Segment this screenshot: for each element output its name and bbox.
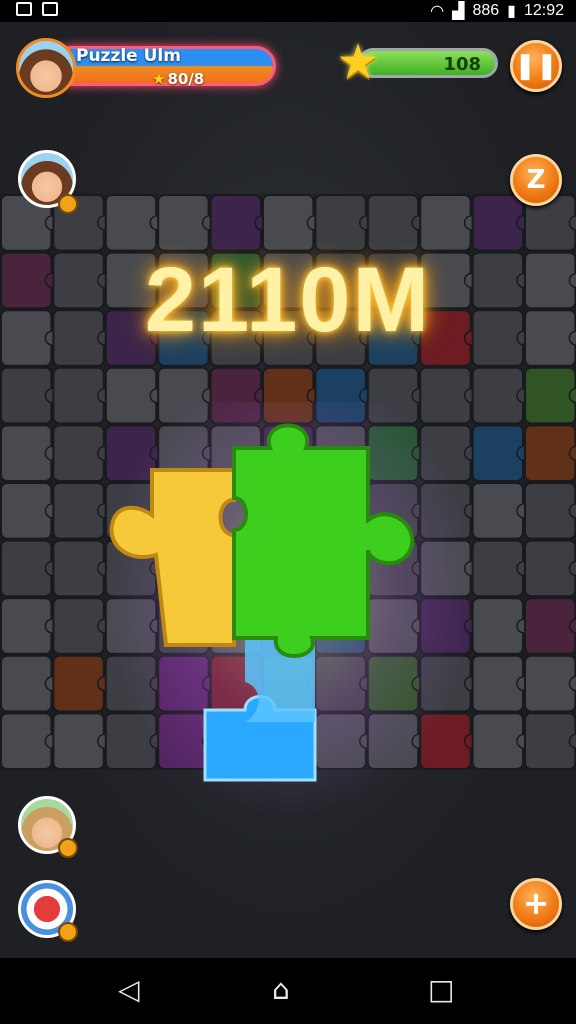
status-bar: ◠ ▟ 886 ▮ 12:92 bbox=[0, 0, 576, 22]
hero-puzzle-pieces bbox=[109, 423, 415, 782]
friend-badge-icon bbox=[58, 194, 78, 214]
android-nav-bar: ◁ ⌂ □ bbox=[0, 958, 576, 1024]
player-stars-value: 80/8 bbox=[167, 70, 205, 88]
status-time: 12:92 bbox=[523, 2, 564, 19]
energy-value: 108 bbox=[443, 54, 481, 75]
add-button[interactable]: + bbox=[510, 878, 562, 930]
player-avatar[interactable] bbox=[16, 38, 76, 98]
z-hint-icon: Z bbox=[526, 165, 546, 195]
wifi-icon: ◠ bbox=[430, 3, 445, 20]
status-signal-text: 886 bbox=[472, 2, 500, 19]
gallery-icon bbox=[16, 2, 32, 16]
pause-icon: ❚❚ bbox=[514, 51, 558, 81]
energy-meter: 108 ★ bbox=[334, 38, 502, 88]
friend-badge-icon bbox=[58, 838, 78, 858]
home-icon[interactable]: ⌂ bbox=[272, 976, 290, 1004]
game-area: 2110M Puzzle Ulm ★ 80/8 108 ★ ❚❚ Z + bbox=[0, 22, 576, 958]
hint-button[interactable]: Z bbox=[510, 154, 562, 206]
player-profile[interactable]: Puzzle Ulm ★ 80/8 bbox=[16, 32, 280, 98]
pause-button[interactable]: ❚❚ bbox=[510, 40, 562, 92]
player-star-count: ★ 80/8 bbox=[152, 70, 204, 88]
green-puzzle-piece bbox=[232, 423, 415, 658]
friend-badge-icon bbox=[58, 922, 78, 942]
star-icon: ★ bbox=[152, 70, 166, 88]
yellow-puzzle-piece bbox=[109, 468, 236, 647]
signal-icon: ▟ bbox=[452, 3, 465, 20]
player-name: Puzzle Ulm bbox=[76, 46, 181, 66]
photo-icon bbox=[42, 2, 58, 16]
star-icon: ★ bbox=[336, 34, 380, 90]
recent-square-icon[interactable]: □ bbox=[428, 976, 454, 1004]
battery-icon: ▮ bbox=[507, 3, 516, 20]
plus-icon: + bbox=[522, 884, 550, 922]
back-triangle-icon[interactable]: ◁ bbox=[118, 976, 140, 1004]
score-display: 2110M bbox=[144, 249, 432, 351]
